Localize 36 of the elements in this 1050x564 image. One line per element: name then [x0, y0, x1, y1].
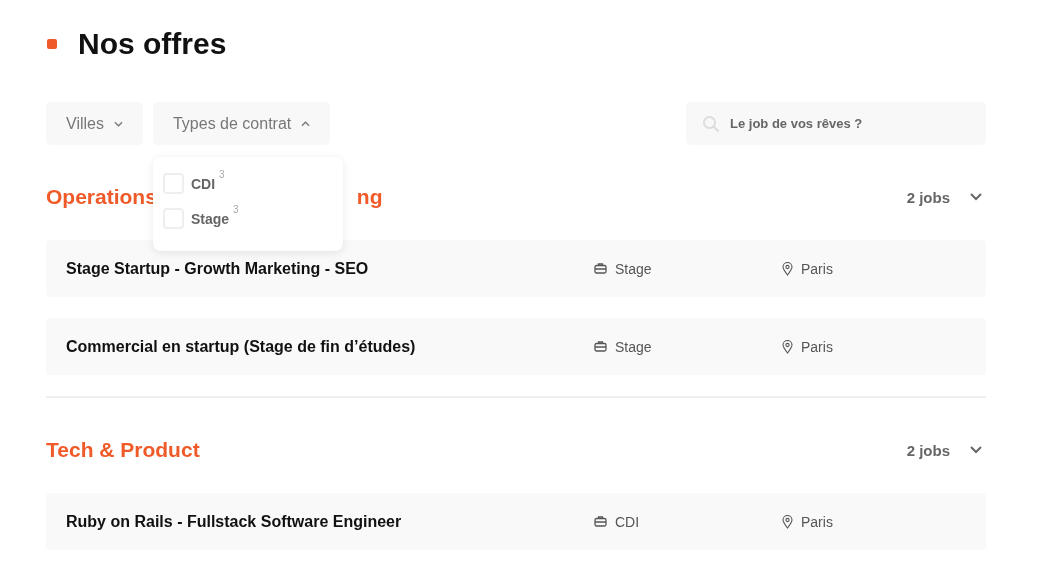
- section-title: ng: [356, 185, 383, 209]
- option-count: 3: [233, 204, 239, 215]
- job-title[interactable]: Commercial en startup (Stage de fin d’études): [66, 337, 594, 356]
- job-title[interactable]: Stage Startup - Growth Marketing - SEO: [66, 259, 594, 278]
- contract-type: Stage: [615, 260, 652, 277]
- job-count: 2 jobs: [906, 441, 950, 459]
- job-title[interactable]: Ruby on Rails - Fullstack Software Engineer: [66, 512, 594, 531]
- job-card[interactable]: Ruby on Rails - Fullstack Software Engineer CDI Paris: [46, 493, 986, 550]
- job-location: Paris: [801, 513, 833, 530]
- location-pin-icon: [782, 339, 793, 354]
- search-field[interactable]: Le job de vos rêves ?: [686, 102, 986, 145]
- option-label[interactable]: CDI: [190, 175, 216, 192]
- job-card[interactable]: Commercial en startup (Stage de fin d’études) Stage Paris: [46, 318, 986, 375]
- contract-type: Stage: [615, 338, 652, 355]
- filter-dropdown[interactable]: Villes: [46, 102, 143, 145]
- option-count: 3: [219, 169, 225, 180]
- briefcase-icon: [594, 341, 607, 352]
- location-pin-icon: [782, 261, 793, 276]
- briefcase-icon: [594, 263, 607, 274]
- job-count: 2 jobs: [906, 188, 950, 206]
- briefcase-icon: [594, 516, 607, 527]
- section-title: Tech & Product: [46, 438, 200, 462]
- chevron-icon[interactable]: [970, 193, 982, 201]
- job-card[interactable]: Stage Startup - Growth Marketing - SEO Stage Paris: [46, 240, 986, 297]
- page-title: Nos offres: [78, 27, 227, 61]
- chevron-icon: [113, 120, 123, 127]
- contract-type: CDI: [615, 513, 640, 530]
- job-location: Paris: [801, 338, 833, 355]
- option-label[interactable]: Stage: [190, 210, 230, 227]
- chevron-icon[interactable]: [970, 446, 982, 454]
- job-location: Paris: [801, 260, 833, 277]
- location-pin-icon: [782, 514, 793, 529]
- filter-dropdown[interactable]: Types de contrat: [152, 102, 331, 145]
- section-title: Operations: [46, 185, 157, 209]
- bullet-icon: [47, 39, 57, 49]
- chevron-icon: [301, 120, 311, 127]
